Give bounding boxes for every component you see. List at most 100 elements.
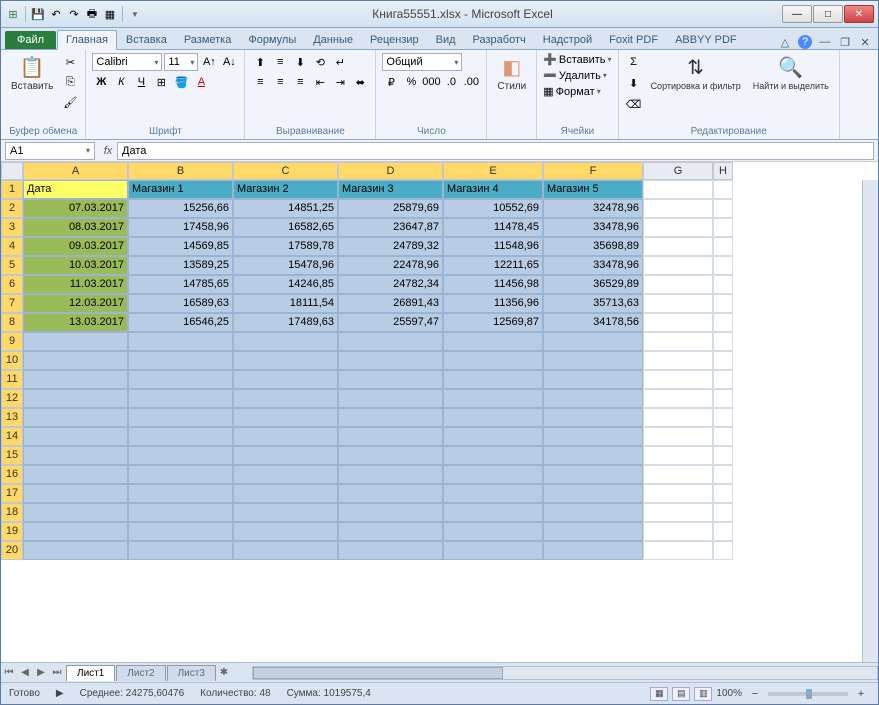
cell[interactable] bbox=[128, 503, 233, 522]
cell[interactable] bbox=[23, 465, 128, 484]
cell[interactable]: 11478,45 bbox=[443, 218, 543, 237]
row-header[interactable]: 18 bbox=[1, 503, 23, 522]
help-icon[interactable]: ? bbox=[798, 35, 812, 49]
cell[interactable] bbox=[443, 446, 543, 465]
find-select-button[interactable]: 🔍 Найти и выделить bbox=[749, 53, 833, 93]
paste-button[interactable]: 📋 Вставить bbox=[7, 53, 57, 94]
doc-minimize-icon[interactable]: — bbox=[818, 35, 832, 49]
cell[interactable] bbox=[713, 465, 733, 484]
cell[interactable] bbox=[443, 484, 543, 503]
cell[interactable]: 17489,63 bbox=[233, 313, 338, 332]
cell[interactable] bbox=[233, 522, 338, 541]
row-header[interactable]: 17 bbox=[1, 484, 23, 503]
macro-icon[interactable]: ▶ bbox=[56, 688, 64, 699]
cell[interactable] bbox=[713, 275, 733, 294]
row-header[interactable]: 7 bbox=[1, 294, 23, 313]
cell[interactable]: 26891,43 bbox=[338, 294, 443, 313]
cell[interactable] bbox=[543, 522, 643, 541]
tab-review[interactable]: Рецензир bbox=[362, 31, 427, 49]
cell[interactable]: Магазин 2 bbox=[233, 180, 338, 199]
cell[interactable]: Дата bbox=[23, 180, 128, 199]
nav-prev-icon[interactable]: ◀ bbox=[17, 665, 33, 681]
cell[interactable] bbox=[338, 484, 443, 503]
wrap-text-icon[interactable]: ↵ bbox=[331, 53, 349, 71]
format-painter-icon[interactable]: 🖌 bbox=[61, 93, 79, 111]
column-header[interactable]: A bbox=[23, 162, 128, 180]
align-left-icon[interactable]: ≡ bbox=[251, 73, 269, 91]
currency-icon[interactable]: ₽ bbox=[382, 73, 400, 91]
cell[interactable] bbox=[128, 522, 233, 541]
cell[interactable] bbox=[23, 370, 128, 389]
cell[interactable] bbox=[23, 389, 128, 408]
row-header[interactable]: 20 bbox=[1, 541, 23, 560]
redo-icon[interactable]: ↷ bbox=[66, 6, 82, 22]
cell[interactable]: 09.03.2017 bbox=[23, 237, 128, 256]
cell[interactable] bbox=[338, 522, 443, 541]
row-header[interactable]: 2 bbox=[1, 199, 23, 218]
cell[interactable] bbox=[23, 503, 128, 522]
cell[interactable]: 17589,78 bbox=[233, 237, 338, 256]
cell[interactable] bbox=[338, 465, 443, 484]
column-header[interactable]: G bbox=[643, 162, 713, 180]
cell[interactable]: 12569,87 bbox=[443, 313, 543, 332]
cell[interactable]: 22478,96 bbox=[338, 256, 443, 275]
cell-grid[interactable]: ABCDEFGH1ДатаМагазин 1Магазин 2Магазин 3… bbox=[1, 162, 878, 560]
cell[interactable] bbox=[713, 237, 733, 256]
grow-font-icon[interactable]: A↑ bbox=[200, 53, 218, 71]
qat-dropdown-icon[interactable]: ▼ bbox=[127, 6, 143, 22]
cell[interactable]: 11356,96 bbox=[443, 294, 543, 313]
tab-foxit[interactable]: Foxit PDF bbox=[601, 31, 666, 49]
cell[interactable]: 24782,34 bbox=[338, 275, 443, 294]
cell[interactable] bbox=[643, 199, 713, 218]
cell[interactable]: 23647,87 bbox=[338, 218, 443, 237]
row-header[interactable]: 15 bbox=[1, 446, 23, 465]
horizontal-scrollbar[interactable] bbox=[252, 666, 878, 680]
cell[interactable]: 14246,85 bbox=[233, 275, 338, 294]
cell[interactable] bbox=[713, 389, 733, 408]
cell[interactable] bbox=[713, 408, 733, 427]
formula-input[interactable] bbox=[117, 142, 874, 160]
tab-abbyy[interactable]: ABBYY PDF bbox=[667, 31, 745, 49]
cell[interactable] bbox=[713, 294, 733, 313]
fill-color-icon[interactable]: 🪣 bbox=[172, 73, 190, 91]
cell[interactable] bbox=[443, 370, 543, 389]
cell[interactable] bbox=[443, 541, 543, 560]
cell[interactable]: Магазин 1 bbox=[128, 180, 233, 199]
cell[interactable]: 13.03.2017 bbox=[23, 313, 128, 332]
doc-restore-icon[interactable]: ❐ bbox=[838, 35, 852, 49]
cell[interactable] bbox=[443, 503, 543, 522]
cell[interactable] bbox=[233, 446, 338, 465]
cell[interactable]: 14569,85 bbox=[128, 237, 233, 256]
cell[interactable]: Магазин 3 bbox=[338, 180, 443, 199]
cell[interactable] bbox=[23, 332, 128, 351]
cell[interactable] bbox=[338, 332, 443, 351]
cell[interactable] bbox=[338, 408, 443, 427]
tab-view[interactable]: Вид bbox=[428, 31, 464, 49]
cell[interactable]: 18111,54 bbox=[233, 294, 338, 313]
comma-icon[interactable]: 000 bbox=[422, 73, 440, 91]
cell[interactable] bbox=[443, 408, 543, 427]
fx-icon[interactable]: fx bbox=[99, 142, 117, 160]
clear-icon[interactable]: ⌫ bbox=[625, 95, 643, 113]
nav-next-icon[interactable]: ▶ bbox=[33, 665, 49, 681]
orientation-icon[interactable]: ⟲ bbox=[311, 53, 329, 71]
cell[interactable] bbox=[713, 199, 733, 218]
cell[interactable] bbox=[713, 446, 733, 465]
cell[interactable] bbox=[23, 484, 128, 503]
zoom-slider[interactable] bbox=[768, 692, 848, 696]
cell[interactable] bbox=[643, 408, 713, 427]
cell[interactable] bbox=[128, 351, 233, 370]
cell[interactable] bbox=[128, 408, 233, 427]
minimize-button[interactable]: — bbox=[782, 5, 812, 23]
dec-decimal-icon[interactable]: .00 bbox=[462, 73, 480, 91]
cell[interactable] bbox=[643, 484, 713, 503]
merge-icon[interactable]: ⬌ bbox=[351, 73, 369, 91]
tab-home[interactable]: Главная bbox=[57, 30, 117, 50]
cell[interactable] bbox=[338, 503, 443, 522]
cell[interactable] bbox=[23, 351, 128, 370]
row-header[interactable]: 5 bbox=[1, 256, 23, 275]
cell[interactable] bbox=[713, 313, 733, 332]
cell[interactable]: 25597,47 bbox=[338, 313, 443, 332]
cell[interactable]: Магазин 5 bbox=[543, 180, 643, 199]
cell[interactable]: 17458,96 bbox=[128, 218, 233, 237]
